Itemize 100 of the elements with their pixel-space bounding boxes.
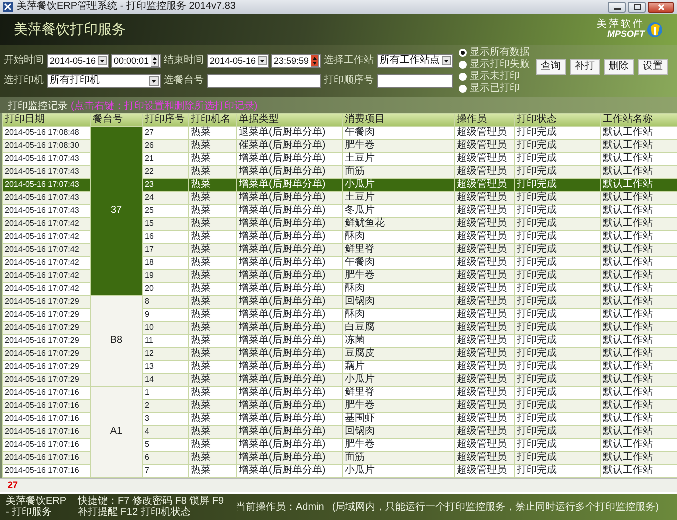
table-cell: 增菜单(后厨单分单) [236,426,342,438]
table-cell: 打印完成 [514,452,600,464]
status-text: 当前操作员：Admin [236,502,324,512]
field-label: 结束时间 [164,55,204,67]
status-text: 快捷键：F7 修改密码 F8 锁屏 F9 补打提醒 F12 打印机状态 [78,496,226,518]
table-cell: 热菜 [188,296,236,308]
column-header[interactable]: 餐台号 [90,114,142,126]
radio-label[interactable]: 显示未打印 [470,71,520,83]
table-cell: 催菜单(后厨单分单) [236,140,342,152]
action-button[interactable]: 查询 [536,59,566,75]
table-cell[interactable]: 2014-05-16 17:07:29 [2,322,90,334]
table-cell: 小瓜片 [342,178,454,192]
table-cell[interactable]: 2014-05-16 17:07:42 [2,270,90,282]
table-cell: 肥牛卷 [342,270,454,282]
table-cell: 增菜单(后厨单分单) [236,218,342,230]
column-header[interactable]: 打印日期 [2,114,90,126]
table-cell[interactable]: 2014-05-16 17:07:16 [2,452,90,464]
section-title: 打印监控记录 [8,100,68,112]
table-cell: 热菜 [188,192,236,204]
table-cell: 24 [142,192,188,204]
table-cell: 小瓜片 [342,374,454,386]
table-cell: 超级管理员 [454,192,514,204]
table-cell[interactable]: 2014-05-16 17:07:42 [2,218,90,230]
table-cell[interactable]: 2014-05-16 17:07:43 [2,178,90,192]
column-header[interactable]: 打印序号 [142,114,188,126]
table-cell: 默认工作站 [600,374,677,386]
table-cell: 回锅肉 [342,296,454,308]
table-cell: 默认工作站 [600,426,677,438]
table-cell: 热菜 [188,400,236,412]
time-field[interactable]: 00:00:01 [111,54,161,68]
action-button[interactable]: 设置 [638,59,668,75]
action-button[interactable]: 删除 [604,59,634,75]
table-cell: 超级管理员 [454,400,514,412]
column-header[interactable]: 打印机名 [188,114,236,126]
table-cell[interactable]: 2014-05-16 17:07:16 [2,400,90,412]
table-cell: 默认工作站 [600,322,677,334]
column-header[interactable]: 工作站名称 [600,114,677,126]
field-label: 选餐台号 [164,75,204,87]
table-cell[interactable]: 2014-05-16 17:07:29 [2,296,90,308]
action-button[interactable]: 补打 [570,59,600,75]
table-cell: 增菜单(后厨单分单) [236,192,342,204]
table-cell: 热菜 [188,244,236,256]
table-cell: 打印完成 [514,400,600,412]
table-cell: 超级管理员 [454,452,514,464]
table-cell[interactable]: 2014-05-16 17:07:29 [2,348,90,360]
table-cell: 超级管理员 [454,166,514,178]
column-header[interactable]: 消费项目 [342,114,454,126]
logo-subtext: MPSOFT [608,30,645,39]
app-icon [3,2,13,12]
column-header[interactable]: 打印状态 [514,114,600,126]
table-cell: 12 [142,348,188,360]
minimize-button[interactable] [608,2,626,12]
table-cell: 热菜 [188,218,236,230]
table-cell: 15 [142,218,188,230]
table-cell: 超级管理员 [454,426,514,438]
station-dropdown[interactable]: 所有工作站点 [377,54,453,68]
time-field[interactable]: 23:59:59 [271,54,321,68]
radio-button[interactable] [459,73,467,81]
spinner-icon [311,55,319,67]
table-cell[interactable]: 2014-05-16 17:08:30 [2,140,90,152]
table-cell: 打印完成 [514,166,600,178]
table-cell: 超级管理员 [454,140,514,152]
radio-button[interactable] [459,85,467,93]
maximize-button[interactable] [628,2,646,12]
column-header[interactable]: 操作员 [454,114,514,126]
table-cell: 超级管理员 [454,218,514,230]
column-header[interactable]: 单据类型 [236,114,342,126]
close-button[interactable] [648,2,674,12]
table-cell: 肥牛卷 [342,400,454,412]
radio-label[interactable]: 显示已打印 [470,83,520,95]
table-cell[interactable]: 2014-05-16 17:07:29 [2,374,90,386]
radio-button[interactable] [459,49,467,57]
table-cell[interactable]: 2014-05-16 17:07:16 [2,426,90,438]
table-cell: 17 [142,244,188,256]
table-cell: 打印完成 [514,218,600,230]
status-text: (局域网内，只能运行一个打印监控服务，禁止同时运行多个打印监控服务) [332,502,660,512]
table-cell: 增菜单(后厨单分单) [236,178,342,192]
app-title: 美萍餐饮打印服务 [14,21,126,38]
radio-label[interactable]: 显示所有数据 [470,47,530,59]
table-cell: 14 [142,374,188,386]
table-cell: 回锅肉 [342,426,454,438]
table-cell: 默认工作站 [600,244,677,256]
field-label: 打印顺序号 [324,75,374,87]
table-cell: 打印完成 [514,426,600,438]
close-icon [658,4,664,10]
table-cell[interactable]: 2014-05-16 17:07:42 [2,244,90,256]
print-number-field[interactable] [377,74,453,88]
table-cell[interactable]: 2014-05-16 17:07:43 [2,166,90,178]
table-number-field[interactable] [207,74,321,88]
date-picker[interactable]: 2014-05-16 [207,54,269,68]
radio-label[interactable]: 显示打印失败 [470,59,530,71]
table-cell: 26 [142,140,188,152]
table-cell: 超级管理员 [454,244,514,256]
date-picker[interactable]: 2014-05-16 [47,54,109,68]
table-cell: 打印完成 [514,348,600,360]
table-cell[interactable]: 2014-05-16 17:07:43 [2,192,90,204]
table-cell: B8 [90,296,142,386]
radio-button[interactable] [459,61,467,69]
printer-dropdown[interactable]: 所有打印机 [47,74,161,88]
field-label: 选打印机 [4,75,44,87]
